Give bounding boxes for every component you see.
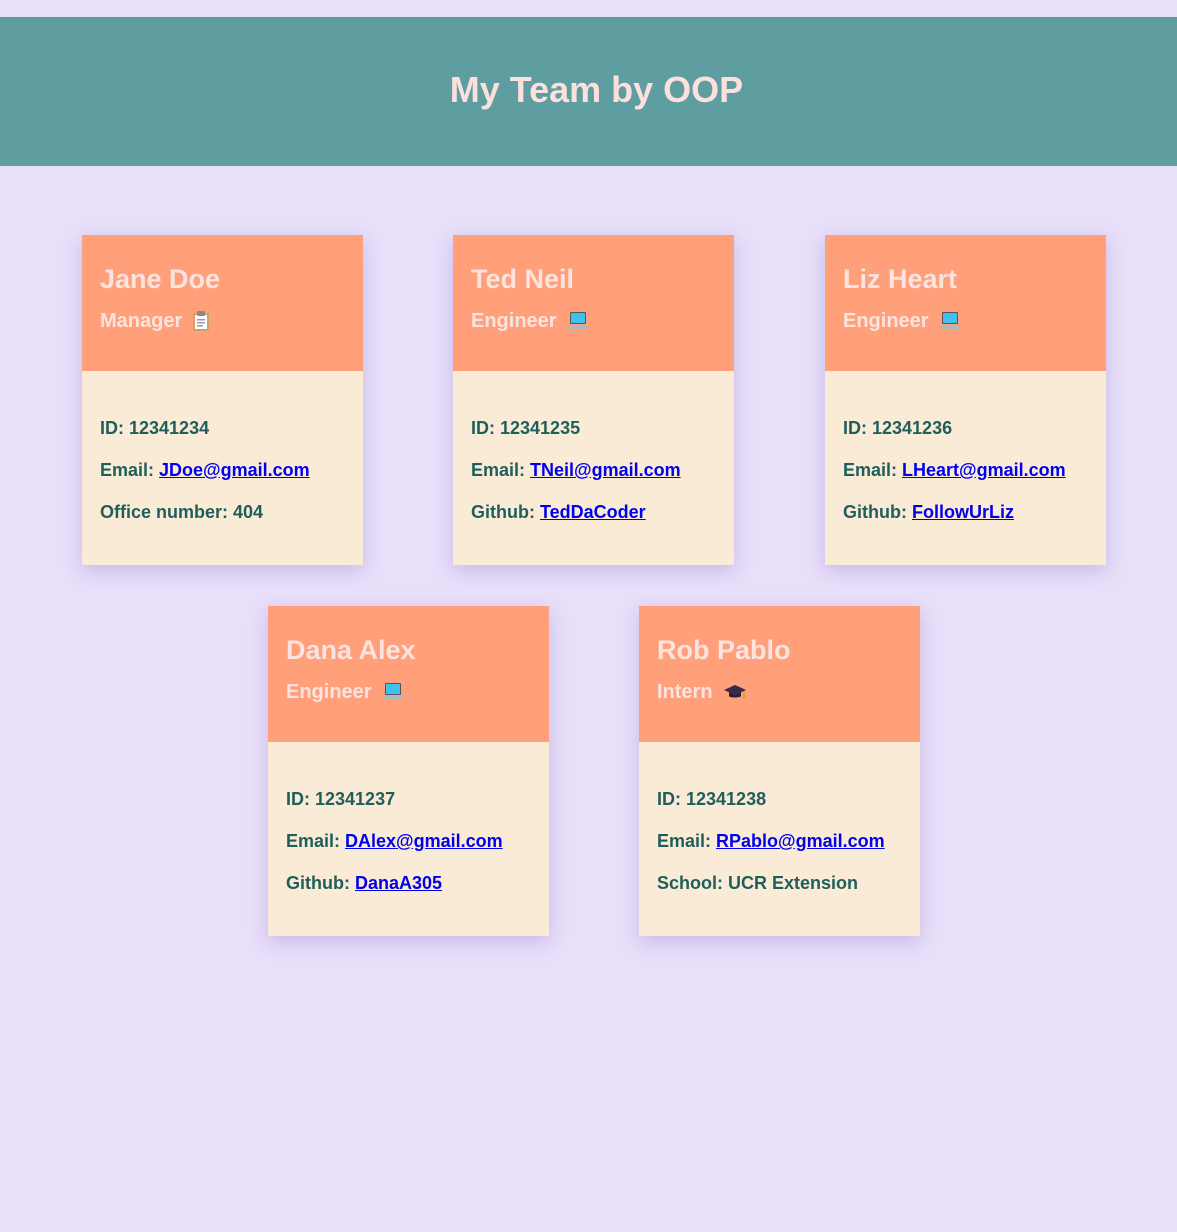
employee-id: ID: 12341235	[471, 418, 581, 438]
employee-card: Rob Pablo Intern ID: 12341238 Email: RPa…	[639, 606, 920, 936]
employee-id: ID: 12341237	[286, 789, 396, 809]
card-header: Ted Neil Engineer	[453, 235, 734, 371]
email-link[interactable]: TNeil@gmail.com	[530, 460, 681, 480]
github-link[interactable]: TedDaCoder	[540, 502, 646, 522]
clipboard-icon	[192, 310, 210, 332]
employee-role: Intern	[657, 679, 902, 705]
card-body: ID: 12341234 Email: JDoe@gmail.com Offic…	[82, 371, 363, 523]
employee-id: ID: 12341234	[100, 418, 210, 438]
employee-email: Email: RPablo@gmail.com	[657, 831, 885, 851]
laptop-icon	[382, 682, 404, 702]
card-body: ID: 12341235 Email: TNeil@gmail.com Gith…	[453, 371, 734, 523]
employee-role: Engineer	[843, 308, 1088, 334]
role-label: Engineer	[843, 310, 929, 332]
card-header: Dana Alex Engineer	[268, 606, 549, 742]
employee-school: School: UCR Extension	[657, 873, 859, 893]
employee-email: Email: JDoe@gmail.com	[100, 460, 310, 480]
role-label: Manager	[100, 310, 183, 332]
role-label: Intern	[657, 681, 713, 703]
card-body: ID: 12341236 Email: LHeart@gmail.com Git…	[825, 371, 1106, 523]
employee-id: ID: 12341236	[843, 418, 953, 438]
employee-id: ID: 12341238	[657, 789, 767, 809]
employee-role: Engineer	[286, 679, 531, 705]
employee-role: Manager	[100, 308, 345, 334]
employee-card: Liz Heart Engineer ID: 12341236 Email: L…	[825, 235, 1106, 565]
employee-card: Dana Alex Engineer ID: 12341237 Email: D…	[268, 606, 549, 936]
email-link[interactable]: DAlex@gmail.com	[345, 831, 503, 851]
laptop-icon	[567, 311, 589, 331]
page-header: My Team by OOP	[0, 17, 1177, 166]
email-link[interactable]: RPablo@gmail.com	[716, 831, 885, 851]
employee-github: Github: FollowUrLiz	[843, 502, 1014, 522]
employee-name: Ted Neil	[471, 264, 575, 294]
card-header: Jane Doe Manager	[82, 235, 363, 371]
role-label: Engineer	[471, 310, 557, 332]
role-label: Engineer	[286, 681, 372, 703]
card-header: Liz Heart Engineer	[825, 235, 1106, 371]
employee-card: Ted Neil Engineer ID: 12341235 Email: TN…	[453, 235, 734, 565]
page-title: My Team by OOP	[449, 68, 744, 110]
email-link[interactable]: JDoe@gmail.com	[159, 460, 310, 480]
graduation-cap-icon	[723, 683, 747, 701]
office-number: Office number: 404	[100, 502, 264, 522]
employee-email: Email: DAlex@gmail.com	[286, 831, 503, 851]
employee-email: Email: TNeil@gmail.com	[471, 460, 681, 480]
employee-card: Jane Doe Manager ID: 12341234 Email: JDo…	[82, 235, 363, 565]
employee-name: Rob Pablo	[657, 635, 791, 665]
email-link[interactable]: LHeart@gmail.com	[902, 460, 1066, 480]
github-link[interactable]: DanaA305	[355, 873, 442, 893]
employee-name: Jane Doe	[100, 264, 221, 294]
employee-github: Github: TedDaCoder	[471, 502, 646, 522]
laptop-icon	[939, 311, 961, 331]
employee-role: Engineer	[471, 308, 716, 334]
employee-name: Dana Alex	[286, 635, 416, 665]
card-body: ID: 12341238 Email: RPablo@gmail.com Sch…	[639, 742, 920, 894]
card-body: ID: 12341237 Email: DAlex@gmail.com Gith…	[268, 742, 549, 894]
github-link[interactable]: FollowUrLiz	[912, 502, 1014, 522]
employee-email: Email: LHeart@gmail.com	[843, 460, 1066, 480]
employee-name: Liz Heart	[843, 264, 958, 294]
card-header: Rob Pablo Intern	[639, 606, 920, 742]
employee-github: Github: DanaA305	[286, 873, 443, 893]
